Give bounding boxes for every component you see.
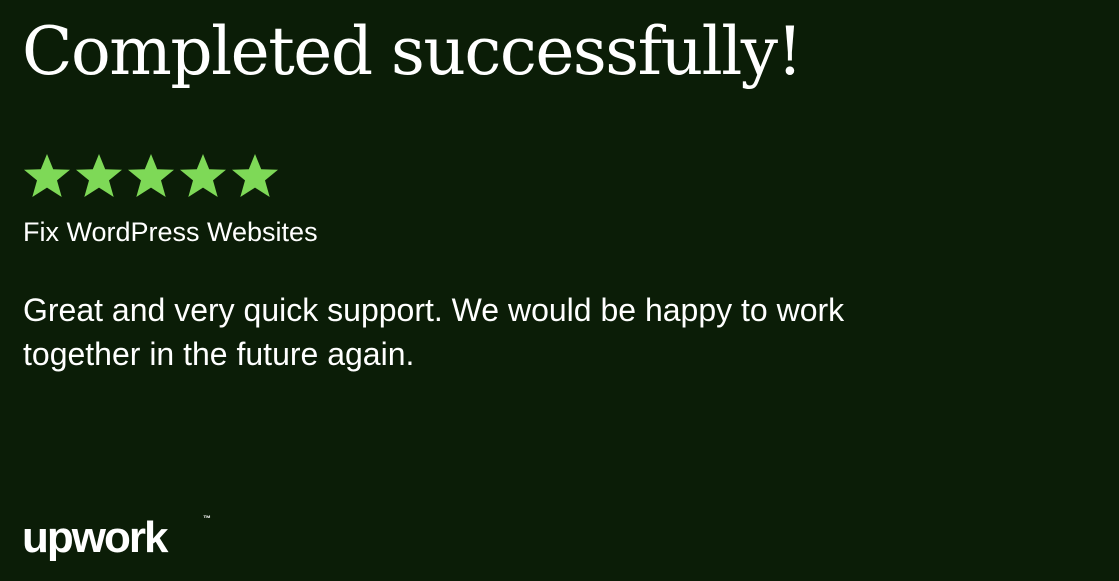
page-title: Completed successfully!: [22, 13, 803, 90]
star-icon: [230, 153, 280, 201]
star-icon: [126, 153, 176, 201]
job-title: Fix WordPress Websites: [23, 217, 318, 247]
upwork-logo: upwork ™: [22, 514, 212, 566]
review-text: Great and very quick support. We would b…: [23, 292, 845, 372]
star-icon: [22, 153, 72, 201]
star-icon: [74, 153, 124, 201]
svg-text:upwork: upwork: [22, 514, 169, 562]
svg-text:™: ™: [203, 514, 211, 523]
review-card: Completed successfully! Fix WordPress We…: [0, 0, 1119, 581]
star-icon: [178, 153, 228, 201]
star-rating: [22, 153, 280, 201]
